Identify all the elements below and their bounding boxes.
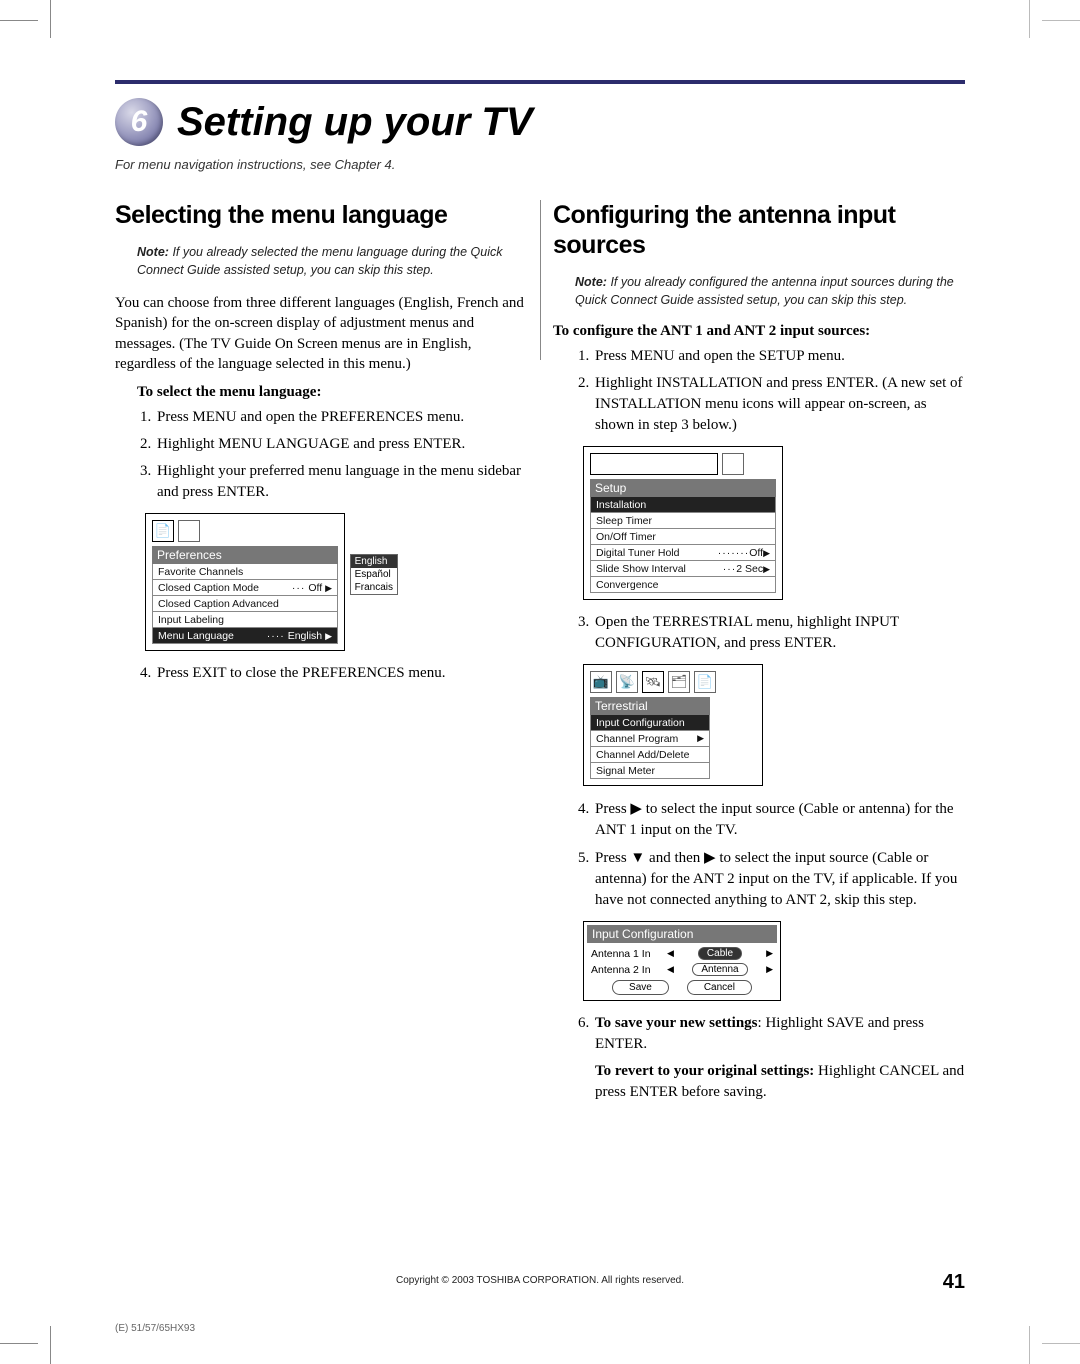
cancel-button: Cancel xyxy=(687,980,752,995)
osd-title: Terrestrial xyxy=(590,697,710,715)
section-heading: Configuring the antenna input sources xyxy=(553,200,965,260)
step-item: Press MENU and open the SETUP menu. xyxy=(593,346,965,367)
crop-mark xyxy=(1029,1326,1030,1364)
osd-option: Español xyxy=(351,568,397,581)
osd-title: Preferences xyxy=(152,546,338,564)
step-item: Press EXIT to close the PREFERENCES menu… xyxy=(155,663,527,684)
tab-icon: 🛰 xyxy=(642,671,664,693)
section-heading: Selecting the menu language xyxy=(115,200,527,230)
page-content: 6 Setting up your TV For menu navigation… xyxy=(115,80,965,1304)
step-item: Press ▶ to select the input source (Cabl… xyxy=(593,798,965,841)
right-arrow-icon: ▶ xyxy=(704,849,716,866)
note-block: Note: If you already configured the ante… xyxy=(575,274,965,309)
step-item: Open the TERRESTRIAL menu, highlight INP… xyxy=(593,612,965,654)
procedure-title: To configure the ANT 1 and ANT 2 input s… xyxy=(553,323,965,340)
note-block: Note: If you already selected the menu l… xyxy=(137,244,527,279)
note-text: If you already configured the antenna in… xyxy=(575,275,954,307)
crop-mark xyxy=(0,20,38,21)
osd-title: Setup xyxy=(590,479,776,497)
osd-row-selected: Installation xyxy=(590,497,776,513)
step-item: Press MENU and open the PREFERENCES menu… xyxy=(155,407,527,428)
tab-icon: 📺 xyxy=(590,671,612,693)
osd-row: Input Labeling xyxy=(152,612,338,628)
note-label: Note: xyxy=(575,275,607,289)
step-item: Press ▼ and then ▶ to select the input s… xyxy=(593,847,965,911)
osd-option-selected: English xyxy=(351,555,397,568)
footer-copyright: Copyright © 2003 TOSHIBA CORPORATION. Al… xyxy=(115,1275,965,1286)
osd-icon-tabs: 📺 📡 🛰 🗂 📄 xyxy=(590,671,756,693)
intro-paragraph: You can choose from three different lang… xyxy=(115,293,527,374)
right-arrow-icon: ▶ xyxy=(630,800,642,817)
tab-icon: 📄 xyxy=(694,671,716,693)
osd-row: Favorite Channels xyxy=(152,564,338,580)
osd-terrestrial: 📺 📡 🛰 🗂 📄 Terrestrial Input Configuratio… xyxy=(583,664,763,786)
osd-row-selected: Menu Language···· English ▶ xyxy=(152,628,338,644)
osd-row: On/Off Timer xyxy=(590,529,776,545)
osd-row: Sleep Timer xyxy=(590,513,776,529)
column-divider xyxy=(540,200,541,360)
input-row: Antenna 1 In ◀Cable▶ xyxy=(591,947,773,960)
two-column-layout: Selecting the menu language Note: If you… xyxy=(115,200,965,1109)
note-text: If you already selected the menu languag… xyxy=(137,245,503,277)
osd-row: Signal Meter xyxy=(590,763,710,779)
osd-row: Convergence xyxy=(590,577,776,593)
steps-list-cont: Open the TERRESTRIAL menu, highlight INP… xyxy=(593,612,965,654)
steps-list-cont: Press ▶ to select the input source (Cabl… xyxy=(593,798,965,911)
steps-list: Press MENU and open the SETUP menu. High… xyxy=(593,346,965,436)
step-item: To save your new settings: Highlight SAV… xyxy=(593,1013,965,1103)
steps-list-cont: To save your new settings: Highlight SAV… xyxy=(593,1013,965,1103)
crop-mark xyxy=(1042,20,1080,21)
procedure-title: To select the menu language: xyxy=(137,384,527,401)
steps-list: Press MENU and open the PREFERENCES menu… xyxy=(155,407,527,503)
osd-icon-tabs xyxy=(590,453,776,475)
footer-code: (E) 51/57/65HX93 xyxy=(115,1323,195,1334)
step-item: Highlight your preferred menu language i… xyxy=(155,461,527,503)
save-button: Save xyxy=(612,980,669,995)
tab-icon xyxy=(590,453,718,475)
chapter-number-badge: 6 xyxy=(115,98,163,146)
step-item: Highlight INSTALLATION and press ENTER. … xyxy=(593,373,965,436)
note-label: Note: xyxy=(137,245,169,259)
step-item: Highlight MENU LANGUAGE and press ENTER. xyxy=(155,434,527,455)
osd-side-options: English Español Francais xyxy=(350,554,398,595)
chapter-title: Setting up your TV xyxy=(177,102,533,142)
right-column: Configuring the antenna input sources No… xyxy=(553,200,965,1109)
left-column: Selecting the menu language Note: If you… xyxy=(115,200,527,1109)
down-arrow-icon: ▼ xyxy=(630,849,645,866)
crop-mark xyxy=(1042,1343,1080,1344)
crop-mark xyxy=(1029,0,1030,38)
page-number: 41 xyxy=(943,1271,965,1294)
chapter-subtitle: For menu navigation instructions, see Ch… xyxy=(115,156,965,174)
osd-row: Closed Caption Mode··· Off ▶ xyxy=(152,580,338,596)
osd-input-configuration: Input Configuration Antenna 1 In ◀Cable▶… xyxy=(583,921,781,1001)
crop-mark xyxy=(0,1343,38,1344)
steps-list-cont: Press EXIT to close the PREFERENCES menu… xyxy=(155,663,527,684)
osd-setup: Setup Installation Sleep Timer On/Off Ti… xyxy=(583,446,783,600)
osd-title: Input Configuration xyxy=(587,925,777,943)
chapter-header: 6 Setting up your TV xyxy=(115,80,965,146)
osd-icon-tabs: 📄 xyxy=(152,520,338,542)
osd-preferences: 📄 Preferences Favorite Channels Closed C… xyxy=(145,513,345,651)
osd-row: Slide Show Interval···2 Sec▶ xyxy=(590,561,776,577)
input-row: Antenna 2 In ◀Antenna▶ xyxy=(591,963,773,976)
osd-row: Channel Add/Delete xyxy=(590,747,710,763)
osd-row-selected: Input Configuration xyxy=(590,715,710,731)
osd-row: Closed Caption Advanced xyxy=(152,596,338,612)
osd-option: Francais xyxy=(351,581,397,594)
tab-icon: 📡 xyxy=(616,671,638,693)
crop-mark xyxy=(50,1326,51,1364)
tab-icon: 🗂 xyxy=(668,671,690,693)
tab-icon xyxy=(722,453,744,475)
crop-mark xyxy=(50,0,51,38)
osd-button-row: Save Cancel xyxy=(591,980,773,995)
tab-icon xyxy=(178,520,200,542)
tab-icon: 📄 xyxy=(152,520,174,542)
osd-row: Digital Tuner Hold·······Off▶ xyxy=(590,545,776,561)
osd-row: Channel Program▶ xyxy=(590,731,710,747)
